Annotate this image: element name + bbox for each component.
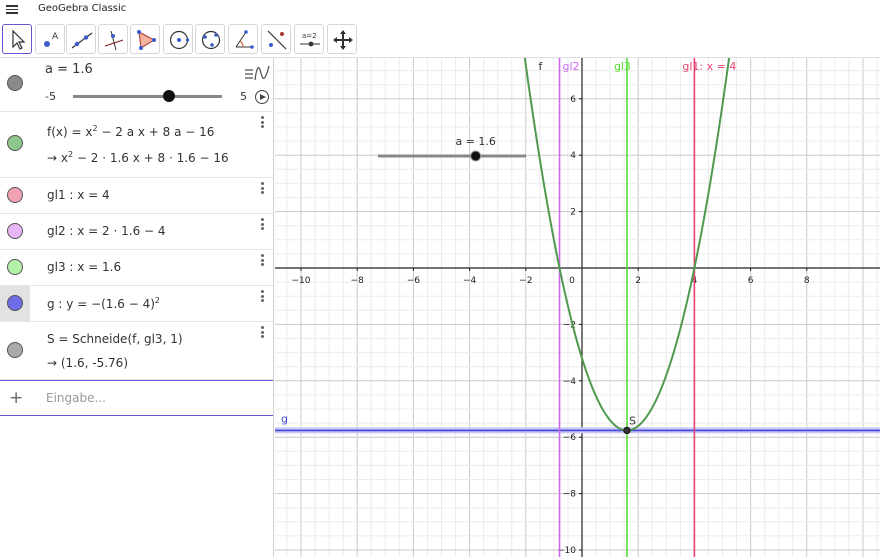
angle-tool-button[interactable]: [228, 24, 258, 54]
input-bar[interactable]: + Eingabe...: [0, 380, 273, 416]
more-options-icon[interactable]: [261, 182, 265, 196]
point-tool-button[interactable]: A: [35, 24, 65, 54]
app-title: GeoGebra Classic: [38, 3, 127, 14]
x-tick-label: 2: [635, 276, 641, 286]
S-definition: S = Schneide(f, gl3, 1): [47, 332, 183, 346]
algebra-row-gl1[interactable]: gl1 : x = 4: [0, 178, 273, 214]
S-output: → (1.6, -5.76): [47, 356, 129, 370]
move-tool-button[interactable]: [2, 24, 32, 54]
more-options-icon[interactable]: [261, 290, 265, 304]
g-definition: g : y = −(1.6 − 4)2: [47, 296, 160, 311]
input-placeholder[interactable]: Eingabe...: [46, 391, 106, 405]
visibility-toggle-gl2[interactable]: [7, 223, 23, 239]
circle-three-points-icon: [201, 30, 221, 50]
f-definition: f(x) = x2 − 2 a x + 8 a − 16: [47, 124, 215, 139]
visibility-toggle-S[interactable]: [7, 342, 23, 358]
point-icon: A: [44, 32, 59, 47]
perpendicular-line-tool-button[interactable]: [98, 24, 128, 54]
f-output: → x2 − 2 · 1.6 x + 8 · 1.6 − 16: [47, 150, 229, 165]
slider-icon: a=2: [300, 32, 320, 47]
svg-text:A: A: [52, 32, 59, 42]
polygon-icon: [137, 30, 156, 50]
circle-tool-button[interactable]: [163, 24, 193, 54]
x-tick-label: −4: [463, 276, 477, 286]
add-icon[interactable]: +: [9, 388, 23, 408]
x-tick-label: 6: [748, 276, 754, 286]
visibility-toggle-a[interactable]: [7, 75, 23, 91]
y-tick-label: 2: [570, 208, 576, 218]
algebra-row-f[interactable]: f(x) = x2 − 2 a x + 8 a − 16 → x2 − 2 · …: [0, 112, 273, 178]
visibility-toggle-g[interactable]: [7, 295, 23, 311]
circle-three-points-tool-button[interactable]: [195, 24, 225, 54]
slider-knob[interactable]: [163, 90, 175, 102]
arrow-icon: [12, 29, 26, 50]
algebra-row-S[interactable]: S = Schneide(f, gl3, 1) → (1.6, -5.76): [0, 322, 273, 380]
algebra-row-g[interactable]: g : y = −(1.6 − 4)2: [0, 286, 273, 322]
algebra-row-gl3[interactable]: gl3 : x = 1.6: [0, 250, 273, 286]
marble-cell: [0, 286, 30, 321]
gl1-definition: gl1 : x = 4: [47, 188, 110, 202]
marble-cell: [0, 178, 30, 213]
play-icon[interactable]: [255, 90, 269, 104]
x-tick-label: 0: [569, 276, 575, 286]
x-tick-label: −8: [351, 276, 365, 286]
y-tick-label: −6: [563, 433, 577, 443]
algebra-row-slider-a[interactable]: a = 1.6 -5 5: [0, 58, 273, 112]
y-tick-label: 6: [570, 95, 576, 105]
visibility-toggle-gl3[interactable]: [7, 259, 23, 275]
marble-cell: [0, 58, 30, 111]
label-gl1: gl1: x = 4: [682, 60, 736, 73]
x-tick-label: 8: [804, 276, 810, 286]
more-options-icon[interactable]: [261, 326, 265, 340]
x-tick-label: −10: [292, 276, 311, 286]
line-tool-button[interactable]: [66, 24, 96, 54]
title-bar: GeoGebra Classic: [0, 0, 880, 20]
more-options-icon[interactable]: [261, 218, 265, 232]
x-tick-label: −6: [407, 276, 421, 286]
reflect-icon: [267, 30, 287, 50]
slider-tool-button[interactable]: a=2: [294, 24, 324, 54]
marble-cell: [0, 322, 30, 379]
toolbar: A a=2: [0, 20, 880, 58]
svg-text:a=2: a=2: [302, 32, 317, 40]
circle-center-icon: [169, 30, 190, 50]
graphics-canvas[interactable]: −10−8−6−4−202468642−2−4−6−8−10fgl2gl3gl1…: [275, 58, 880, 557]
visibility-toggle-gl1[interactable]: [7, 187, 23, 203]
line-icon: [71, 32, 93, 49]
y-tick-label: −8: [563, 490, 577, 500]
slider-track[interactable]: [73, 95, 222, 98]
more-options-icon[interactable]: [261, 116, 265, 130]
hamburger-menu-icon[interactable]: [6, 3, 18, 15]
point-S: [623, 426, 631, 435]
angle-icon: [235, 30, 254, 49]
graphics-slider-label: a = 1.6: [455, 135, 495, 148]
marble-cell: [0, 112, 30, 177]
y-tick-label: −4: [563, 377, 577, 387]
move-graphics-tool-button[interactable]: [327, 24, 357, 54]
graphics-view[interactable]: −10−8−6−4−202468642−2−4−6−8−10fgl2gl3gl1…: [275, 58, 880, 557]
move-graphics-icon: [333, 30, 353, 50]
marble-cell: [0, 250, 30, 285]
slider-min: -5: [45, 90, 56, 103]
label-S: S: [629, 414, 636, 427]
algebra-row-gl2[interactable]: gl2 : x = 2 · 1.6 − 4: [0, 214, 273, 250]
reflect-tool-button[interactable]: [261, 24, 291, 54]
visibility-toggle-f[interactable]: [7, 135, 23, 151]
polygon-tool-button[interactable]: [130, 24, 160, 54]
marble-cell: [0, 214, 30, 249]
slider-label[interactable]: a = 1.6: [45, 62, 93, 77]
more-options-icon[interactable]: [261, 254, 265, 268]
graphics-slider-knob: [470, 150, 482, 162]
label-g: g: [281, 412, 288, 425]
algebra-view: a = 1.6 -5 5 f(x) = x2 − 2 a x + 8 a − 1…: [0, 58, 274, 557]
label-gl2: gl2: [563, 60, 580, 73]
gl2-definition: gl2 : x = 2 · 1.6 − 4: [47, 224, 166, 238]
perpendicular-icon: [104, 30, 124, 51]
x-tick-label: −2: [519, 276, 532, 286]
label-gl3: gl3: [614, 60, 631, 73]
gl3-definition: gl3 : x = 1.6: [47, 260, 122, 274]
slider-max: 5: [240, 90, 247, 103]
y-tick-label: 4: [570, 151, 576, 161]
algebra-style-menu-icon[interactable]: [244, 63, 270, 83]
